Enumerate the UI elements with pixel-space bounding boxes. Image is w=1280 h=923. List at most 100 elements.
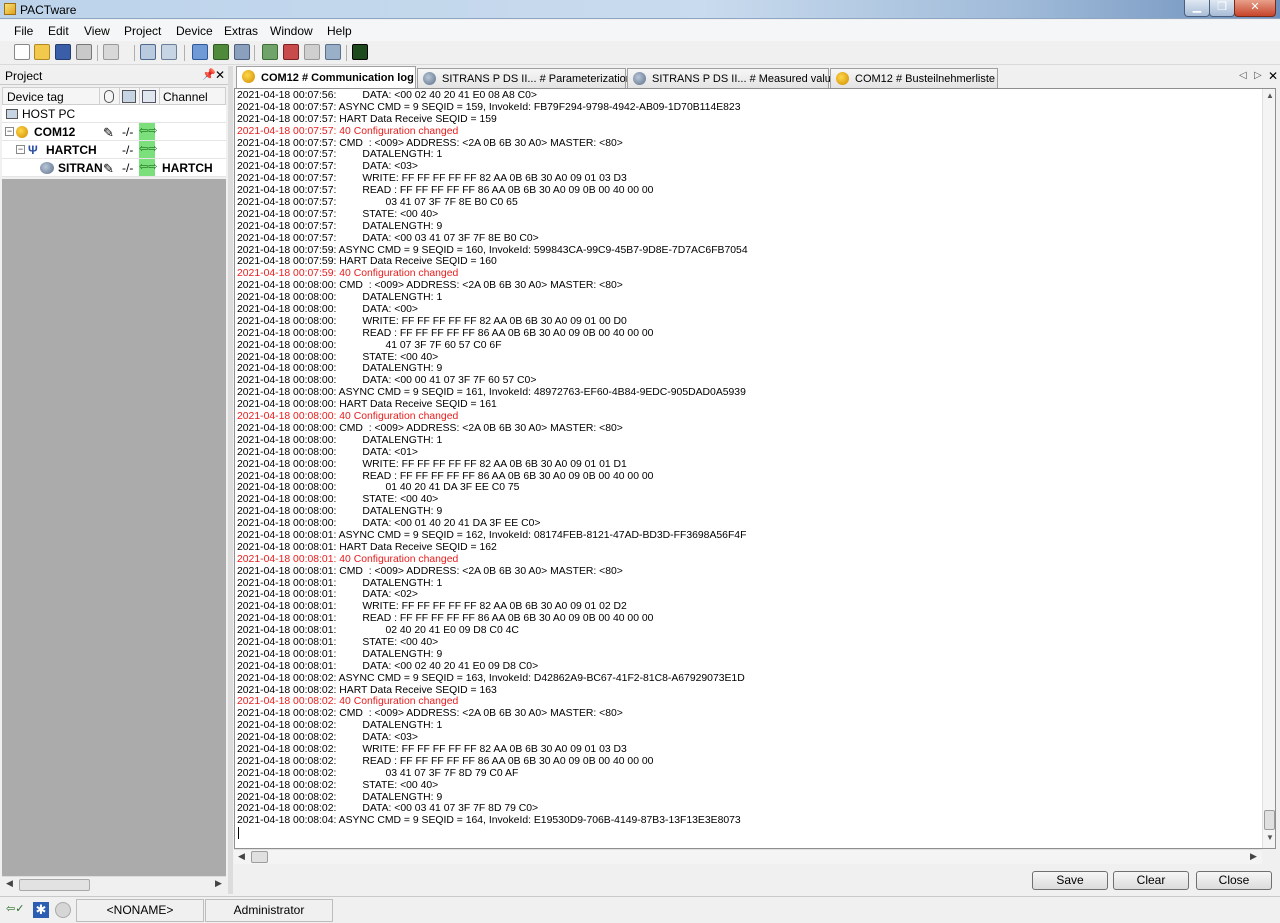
toolbar-separator [254,45,255,61]
project-panel-header: Project 📌 ✕ [0,66,228,85]
pin-icon[interactable]: 📌 [202,68,216,81]
menu-view[interactable]: View [84,24,110,38]
tab-busteilnehmerliste[interactable]: COM12 # Busteilnehmerliste [830,68,998,88]
window-title: PACTware [20,3,77,17]
tab-communication-log[interactable]: COM12 # Communication log [236,66,416,88]
log-line: 2021-04-18 00:08:01: READ : FF FF FF FF … [237,613,654,625]
log-line: 2021-04-18 00:08:01: STATE: <00 40> [237,636,439,648]
log-line: 2021-04-18 00:08:02: STATE: <00 40> [237,779,439,791]
scroll-thumb[interactable] [251,851,268,863]
monitor-icon[interactable] [352,44,368,60]
tab-scroll-left-icon[interactable]: ◁ [1239,70,1247,81]
tab-measured-value[interactable]: SITRANS P DS II... # Measured value [627,68,837,88]
save-button[interactable]: Save [1032,871,1108,890]
edit-pencil-icon: ✎ [103,161,114,176]
tab-parameterization[interactable]: SITRANS P DS II... # Parameterization [417,68,632,88]
log-lines: 2021-04-18 00:07:56: DATA: <00 02 40 20 … [237,90,1257,827]
log-line: 2021-04-18 00:07:57: ASYNC CMD = 9 SEQID… [237,101,741,113]
log-line: 2021-04-18 00:08:00: 40 Configuration ch… [237,411,459,423]
connected-icon: -/- [122,143,134,157]
log-line: 2021-04-18 00:08:00: DATA: <00 00 41 07 … [237,375,537,387]
log-line: 2021-04-18 00:08:01: DATA: <02> [237,589,418,601]
project-horizontal-scrollbar[interactable]: ◀ ▶ [2,876,226,893]
print-icon[interactable] [76,44,92,60]
maximize-button[interactable]: ❐ [1209,0,1235,17]
menu-window[interactable]: Window [270,24,313,38]
settings-gear-icon[interactable] [304,44,320,60]
tree-row-com12[interactable]: − COM12 ✎ -/- ⇦⇨ [2,123,226,141]
close-button[interactable]: Close [1196,871,1272,890]
log-line: 2021-04-18 00:07:57: DATALENGTH: 9 [237,220,443,232]
log-line: 2021-04-18 00:08:00: CMD : <009> ADDRESS… [237,422,623,434]
save-icon[interactable] [55,44,71,60]
project-panel-title: Project [5,69,43,83]
log-vertical-scrollbar[interactable]: ▲ ▼ [1262,89,1275,848]
clear-button[interactable]: Clear [1113,871,1189,890]
scroll-left-icon[interactable]: ◀ [6,878,13,889]
project-view-icon[interactable] [140,44,156,60]
tab-scroll-right-icon[interactable]: ▷ [1254,70,1262,81]
column-device-tag[interactable]: Device tag [7,90,64,104]
log-line: 2021-04-18 00:08:00: WRITE: FF FF FF FF … [237,458,627,470]
device-catalog-icon[interactable] [103,44,119,60]
tree-row-sitran[interactable]: SITRAN ✎ -/- ⇦⇨ HARTCH [2,159,226,177]
menu-device[interactable]: Device [176,24,213,38]
log-line: 2021-04-18 00:08:00: CMD : <009> ADDRESS… [237,280,623,292]
log-line: 2021-04-18 00:08:00: DATA: <01> [237,446,418,458]
connect-icon[interactable] [213,44,229,60]
tree-row-hartch[interactable]: − Ψ HARTCH -/- ⇦⇨ [2,141,226,159]
tree-row-host-pc[interactable]: HOST PC [2,105,226,123]
log-line: 2021-04-18 00:08:02: ASYNC CMD = 9 SEQID… [237,672,745,684]
menu-extras[interactable]: Extras [224,24,258,38]
scroll-down-icon[interactable]: ▼ [1266,833,1274,842]
column-channel[interactable]: Channel [163,90,208,104]
close-icon[interactable]: ✕ [215,68,225,82]
menu-edit[interactable]: Edit [48,24,69,38]
log-line: 2021-04-18 00:07:57: READ : FF FF FF FF … [237,185,654,197]
scroll-right-icon[interactable]: ▶ [1250,851,1257,862]
connection-status-icon [104,90,114,103]
log-line: 2021-04-18 00:08:00: READ : FF FF FF FF … [237,327,654,339]
network-icon[interactable] [325,44,341,60]
menu-project[interactable]: Project [124,24,161,38]
pc-icon [6,109,18,119]
log-line: 2021-04-18 00:08:02: 03 41 07 3F 7F 8D 7… [237,767,519,779]
scroll-thumb[interactable] [19,879,90,891]
status-bar: ⇦✓ ✱ <NONAME> Administrator [0,896,1280,923]
scroll-thumb[interactable] [1264,810,1275,830]
tab-close-icon[interactable]: ✕ [1268,69,1278,83]
log-line: 2021-04-18 00:07:57: CMD : <009> ADDRESS… [237,137,623,149]
scroll-left-icon[interactable]: ◀ [238,851,245,862]
panel-splitter[interactable] [228,66,233,894]
log-line: 2021-04-18 00:07:57: WRITE: FF FF FF FF … [237,173,627,185]
transmitter-icon [633,72,646,85]
open-folder-icon[interactable] [34,44,50,60]
asterisk-icon[interactable]: ✱ [33,902,49,918]
scroll-up-icon[interactable]: ▲ [1266,91,1274,100]
new-file-icon[interactable] [14,44,30,60]
log-line: 2021-04-18 00:08:02: DATALENGTH: 1 [237,720,443,732]
disconnect-icon[interactable] [234,44,250,60]
communication-log[interactable]: 2021-04-18 00:07:56: DATA: <00 02 40 20 … [234,88,1276,849]
load-from-device-icon[interactable] [262,44,278,60]
minimize-button[interactable]: ▁ [1184,0,1210,17]
collapse-icon[interactable]: − [5,127,14,136]
log-horizontal-scrollbar[interactable]: ◀ ▶ [234,849,1262,864]
menu-file[interactable]: File [14,24,33,38]
device-list-icon[interactable] [161,44,177,60]
log-line: 2021-04-18 00:07:59: ASYNC CMD = 9 SEQID… [237,244,748,256]
log-line: 2021-04-18 00:07:57: DATALENGTH: 1 [237,149,443,161]
edit-pencil-icon: ✎ [103,125,114,140]
title-bar: PACTware ▁ ❐ ✕ [0,0,1280,19]
menu-help[interactable]: Help [327,24,352,38]
log-line: 2021-04-18 00:08:00: DATALENGTH: 1 [237,292,443,304]
text-caret [238,827,239,839]
scroll-right-icon[interactable]: ▶ [215,878,222,889]
window-close-button[interactable]: ✕ [1234,0,1276,17]
window-icon[interactable] [192,44,208,60]
collapse-icon[interactable]: − [16,145,25,154]
store-to-device-icon[interactable] [283,44,299,60]
log-line: 2021-04-18 00:08:02: 40 Configuration ch… [237,696,459,708]
info-icon[interactable] [55,902,71,918]
online-status-icon[interactable]: ⇦✓ [6,902,24,918]
